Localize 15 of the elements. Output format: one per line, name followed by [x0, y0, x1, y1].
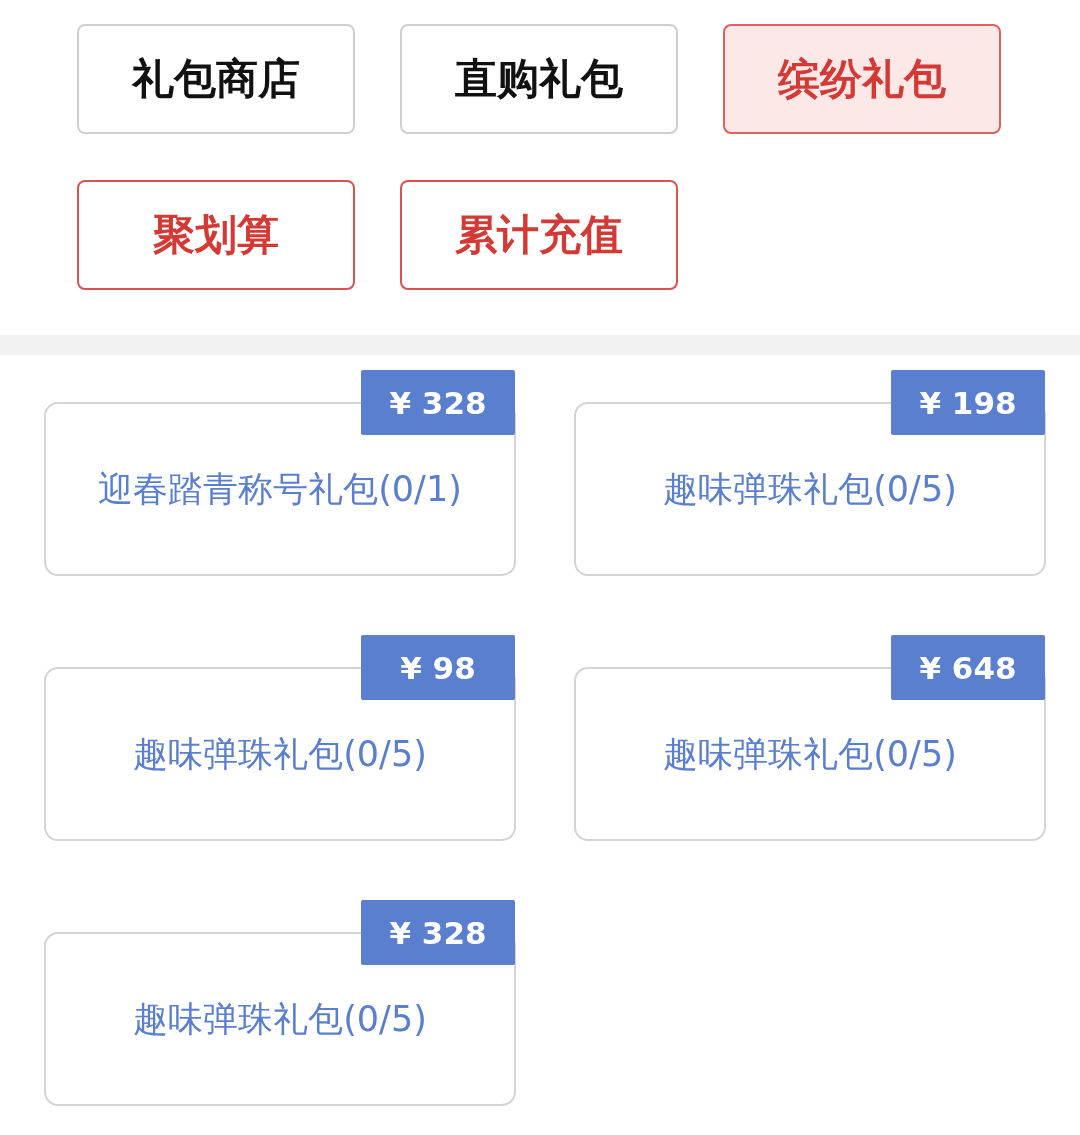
gift-pack-title: 趣味弹珠礼包(0/5)	[663, 467, 957, 511]
price-tag: ¥ 98	[361, 635, 515, 700]
tab[interactable]: 累计充值	[400, 180, 678, 290]
price-tag: ¥ 198	[891, 370, 1045, 435]
tab[interactable]: 缤纷礼包	[723, 24, 1001, 134]
price-tag: ¥ 328	[361, 370, 515, 435]
tab[interactable]: 直购礼包	[400, 24, 678, 134]
price-tag: ¥ 328	[361, 900, 515, 965]
tab[interactable]: 礼包商店	[77, 24, 355, 134]
gift-pack-title: 趣味弹珠礼包(0/5)	[133, 732, 427, 776]
price-tag: ¥ 648	[891, 635, 1045, 700]
gift-pack-title: 趣味弹珠礼包(0/5)	[133, 997, 427, 1041]
gift-pack-title: 趣味弹珠礼包(0/5)	[663, 732, 957, 776]
tab[interactable]: 聚划算	[77, 180, 355, 290]
gift-pack-title: 迎春踏青称号礼包(0/1)	[98, 467, 462, 511]
